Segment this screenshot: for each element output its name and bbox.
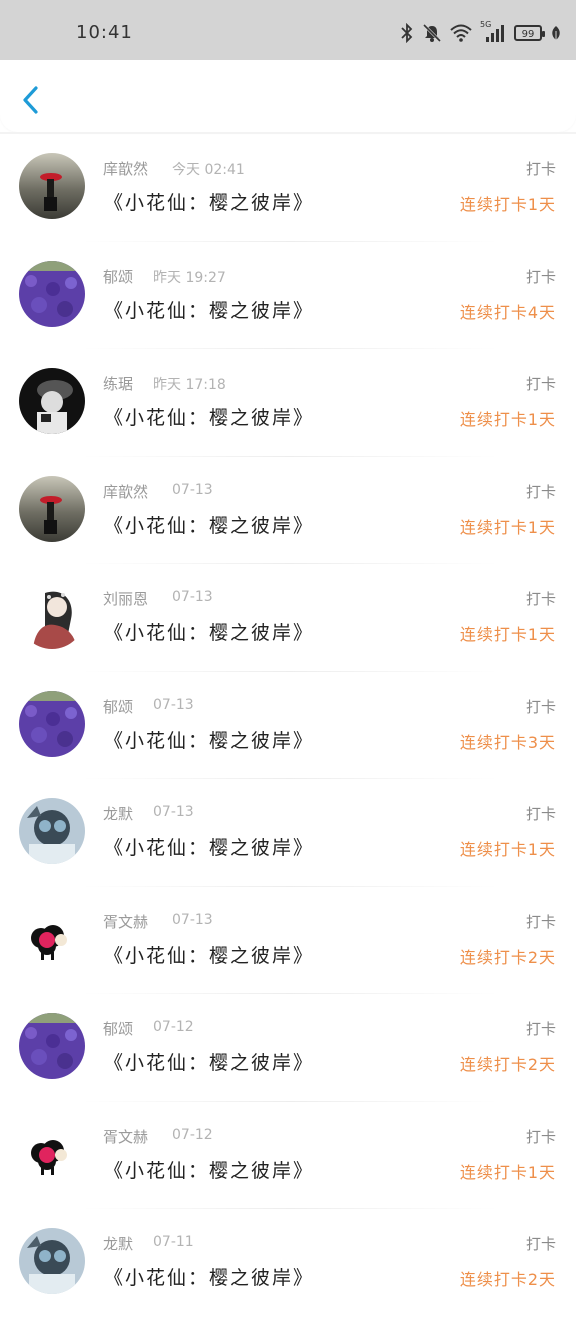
checkin-action-label: 打卡	[525, 805, 556, 823]
streak-label: 连续打卡1天	[459, 195, 556, 214]
checkin-time: 07-13	[172, 481, 213, 498]
checkin-time: 昨天 19:27	[153, 269, 226, 286]
checkin-action-label: 打卡	[525, 912, 556, 931]
signal-icon	[486, 25, 504, 42]
user-name: 郁颂	[103, 267, 134, 286]
list-item[interactable]: 练琚 昨天 17:18 《小花仙：樱之彼岸》 打卡 连续打卡1天	[0, 349, 576, 457]
checkin-action-label: 打卡	[525, 1127, 556, 1146]
book-title: 《小花仙：樱之彼岸》	[104, 944, 315, 967]
list-item[interactable]: 郁颂 07-13 《小花仙：樱之彼岸》 打卡 连续打卡3天	[0, 672, 576, 779]
checkin-action-label: 打卡	[525, 590, 556, 608]
book-title: 《小花仙：樱之彼岸》	[104, 514, 315, 537]
checkin-action-label: 打卡	[525, 375, 556, 393]
user-name: 庠歆然	[103, 160, 149, 178]
list-item[interactable]: 刘丽恩 07-13 《小花仙：樱之彼岸》 打卡 连续打卡1天	[0, 564, 576, 672]
cartoon-sheep-avatar[interactable]	[19, 1120, 85, 1187]
battery-icon: 99	[514, 25, 545, 41]
list-item[interactable]: 龙默 07-13 《小花仙：樱之彼岸》 打卡 连续打卡1天	[0, 779, 576, 887]
book-title: 《小花仙：樱之彼岸》	[104, 837, 315, 859]
bw-portrait-avatar[interactable]	[19, 368, 85, 434]
lavender-field-avatar[interactable]	[19, 1013, 85, 1079]
red-umbrella-avatar[interactable]	[19, 475, 85, 542]
status-bar: 10:41 5G 99	[0, 0, 576, 60]
list-item[interactable]: 胥文赫 07-13 《小花仙：樱之彼岸》 打卡 连续打卡2天	[0, 887, 576, 994]
user-name: 胥文赫	[103, 912, 149, 931]
user-name: 刘丽恩	[103, 590, 149, 608]
book-title: 《小花仙：樱之彼岸》	[104, 729, 315, 752]
checkin-action-label: 打卡	[525, 697, 556, 716]
checkin-time: 07-12	[153, 1019, 194, 1035]
status-icons: 5G 99	[400, 20, 562, 46]
bluetooth-icon	[401, 23, 413, 43]
book-title: 《小花仙：樱之彼岸》	[104, 192, 315, 214]
user-name: 胥文赫	[103, 1127, 149, 1146]
book-title: 《小花仙：樱之彼岸》	[104, 622, 315, 644]
checkin-action-label: 打卡	[525, 160, 556, 178]
streak-label: 连续打卡1天	[459, 625, 556, 644]
streak-label: 连续打卡1天	[459, 517, 556, 537]
girl-illustration-avatar[interactable]	[19, 583, 85, 649]
user-name: 庠歆然	[103, 482, 149, 501]
streak-label: 连续打卡1天	[459, 840, 556, 859]
checkin-action-label: 打卡	[525, 482, 556, 501]
streak-label: 连续打卡4天	[459, 302, 556, 322]
list-item[interactable]: 庠歆然 07-13 《小花仙：樱之彼岸》 打卡 连续打卡1天	[0, 457, 576, 564]
chevron-left-icon[interactable]	[18, 84, 46, 116]
checkin-list: 庠歆然 今天 02:41 《小花仙：樱之彼岸》 打卡 连续打卡1天 郁颂 昨天 …	[0, 134, 576, 1317]
checkin-time: 07-13	[172, 911, 213, 928]
user-name: 龙默	[103, 805, 134, 823]
list-item[interactable]: 胥文赫 07-12 《小花仙：樱之彼岸》 打卡 连续打卡1天	[0, 1102, 576, 1209]
book-title: 《小花仙：樱之彼岸》	[104, 1052, 315, 1074]
checkin-time: 昨天 17:18	[153, 377, 226, 393]
checkin-time: 07-12	[172, 1126, 213, 1143]
list-item[interactable]: 郁颂 昨天 19:27 《小花仙：樱之彼岸》 打卡 连续打卡4天	[0, 242, 576, 349]
lavender-field-avatar[interactable]	[19, 260, 85, 327]
leaf-icon	[552, 26, 560, 40]
checkin-time: 07-11	[153, 1234, 194, 1250]
streak-label: 连续打卡1天	[459, 410, 556, 429]
mute-bell-icon	[422, 23, 442, 43]
wifi-icon	[450, 24, 472, 42]
user-name: 郁颂	[103, 1020, 134, 1038]
book-title: 《小花仙：樱之彼岸》	[104, 1267, 315, 1289]
book-title: 《小花仙：樱之彼岸》	[104, 299, 315, 322]
checkin-time: 07-13	[153, 804, 194, 820]
list-item[interactable]: 郁颂 07-12 《小花仙：樱之彼岸》 打卡 连续打卡2天	[0, 994, 576, 1102]
checkin-time: 07-13	[172, 589, 213, 605]
streak-label: 连续打卡2天	[459, 947, 556, 967]
status-time: 10:41	[76, 22, 133, 43]
lavender-field-avatar[interactable]	[19, 690, 85, 757]
user-name: 练琚	[103, 375, 134, 393]
checkin-action-label: 打卡	[525, 1235, 556, 1253]
cartoon-sheep-avatar[interactable]	[19, 905, 85, 972]
streak-label: 连续打卡1天	[459, 1162, 556, 1182]
checkin-action-label: 打卡	[525, 267, 556, 286]
red-umbrella-avatar[interactable]	[19, 153, 85, 219]
book-title: 《小花仙：樱之彼岸》	[104, 407, 315, 429]
checkin-action-label: 打卡	[525, 1020, 556, 1038]
user-name: 龙默	[103, 1235, 134, 1253]
checkin-time: 07-13	[153, 696, 194, 713]
book-title: 《小花仙：樱之彼岸》	[104, 1159, 315, 1182]
user-name: 郁颂	[103, 697, 134, 716]
nav-header	[0, 60, 576, 132]
sci-fi-avatar[interactable]	[19, 1228, 85, 1294]
streak-label: 连续打卡2天	[459, 1270, 556, 1289]
sci-fi-avatar[interactable]	[19, 798, 85, 864]
list-item[interactable]: 龙默 07-11 《小花仙：樱之彼岸》 打卡 连续打卡2天	[0, 1209, 576, 1317]
streak-label: 连续打卡2天	[459, 1055, 556, 1074]
checkin-time: 今天 02:41	[172, 162, 245, 178]
list-item[interactable]: 庠歆然 今天 02:41 《小花仙：樱之彼岸》 打卡 连续打卡1天	[0, 134, 576, 242]
streak-label: 连续打卡3天	[459, 732, 556, 752]
